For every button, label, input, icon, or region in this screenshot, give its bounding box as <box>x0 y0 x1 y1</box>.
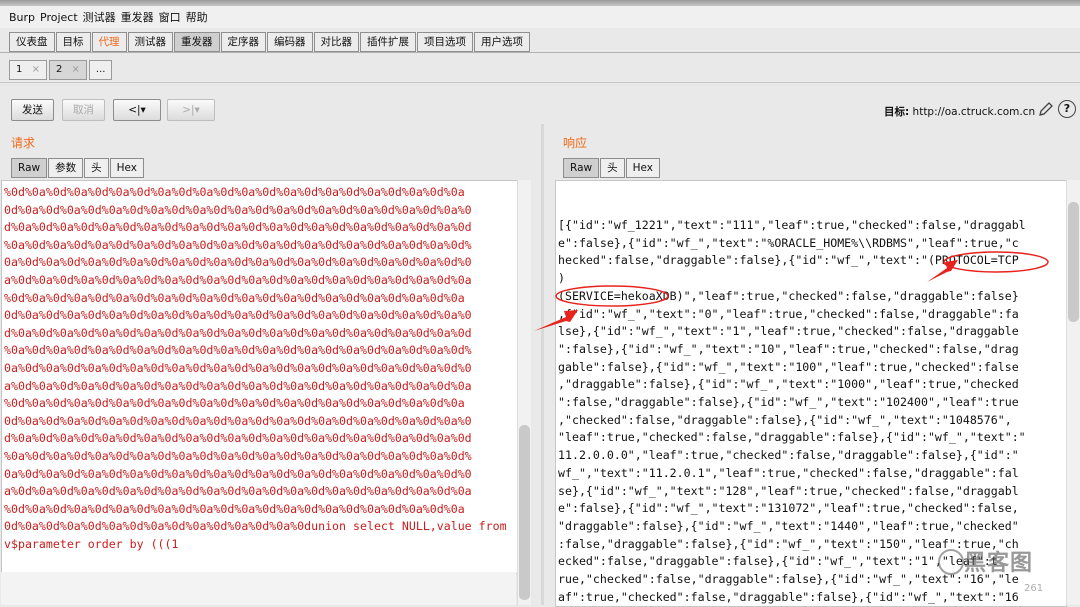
annotation-circle-service <box>555 285 669 307</box>
annotation-arrow-protocol <box>927 260 958 282</box>
annotation-circle-protocol <box>943 251 1049 273</box>
annotation-overlay <box>534 251 1049 331</box>
annotation-arrow-service <box>534 310 578 331</box>
